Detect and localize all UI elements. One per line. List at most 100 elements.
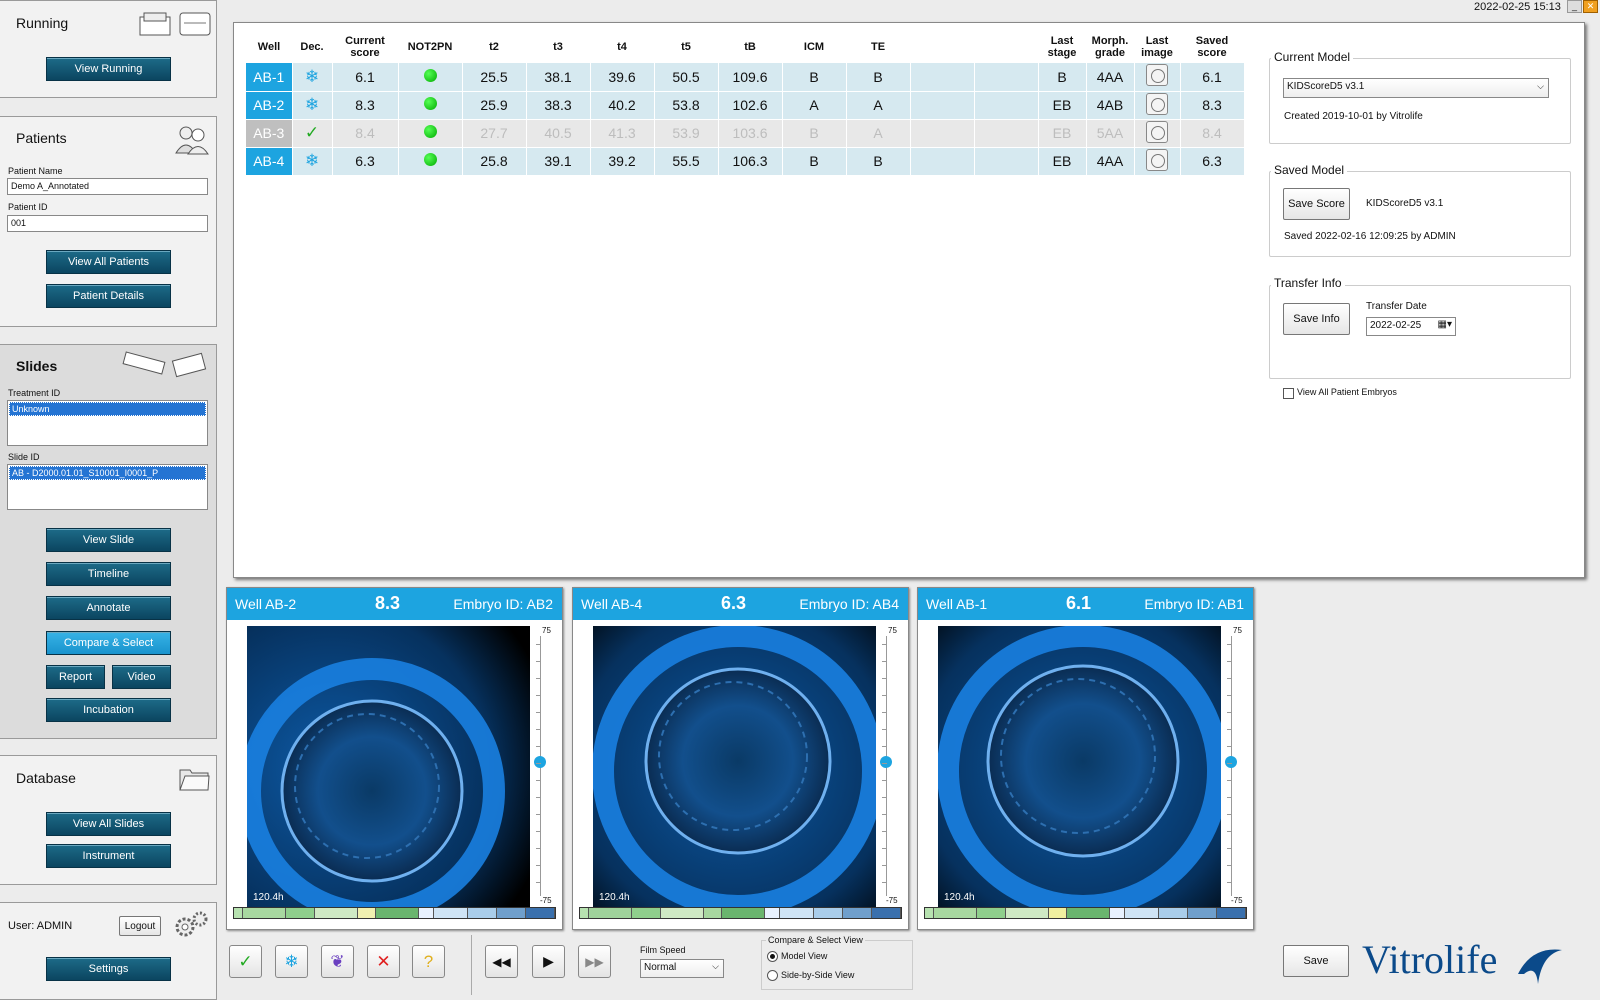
embryo-image-icon[interactable] xyxy=(1146,120,1168,143)
decision-cell[interactable]: ❄ xyxy=(292,63,333,92)
save-button[interactable]: Save xyxy=(1283,945,1349,977)
last-image-cell[interactable] xyxy=(1134,119,1181,148)
icm-cell[interactable]: B xyxy=(782,63,847,92)
empty-cell[interactable] xyxy=(974,119,1039,148)
slide-id-selected[interactable]: AB - D2000.01.01_S10001_I0001_P xyxy=(9,466,206,480)
table-row[interactable]: AB-4 ❄ 6.3 25.8 39.1 39.2 55.5 106.3 B B EB 4AA 6.3 xyxy=(246,147,1245,176)
treatment-id-list[interactable]: Unknown xyxy=(7,400,208,446)
te-cell[interactable]: B xyxy=(846,63,911,92)
icm-cell[interactable]: B xyxy=(782,119,847,148)
te-cell[interactable]: B xyxy=(846,147,911,176)
transfer-button[interactable]: ❦ xyxy=(321,945,354,978)
minimize-button[interactable]: _ xyxy=(1567,0,1582,13)
timeline-bar[interactable] xyxy=(924,907,1247,919)
tb-cell[interactable]: 106.3 xyxy=(718,147,783,176)
well-cell[interactable]: AB-1 xyxy=(246,63,293,92)
view-all-slides-button[interactable]: View All Slides xyxy=(46,812,171,836)
timeline-bar[interactable] xyxy=(233,907,556,919)
embryo-card[interactable]: Well AB-1 6.1 Embryo ID: AB1 120.4h 75 -… xyxy=(917,587,1254,930)
t3-cell[interactable]: 38.1 xyxy=(526,63,591,92)
calendar-icon[interactable]: ▦▾ xyxy=(1438,319,1452,330)
saved-score-cell[interactable]: 8.3 xyxy=(1180,91,1245,120)
unknown-button[interactable]: ? xyxy=(412,945,445,978)
t5-cell[interactable]: 50.5 xyxy=(654,63,719,92)
scale-thumb[interactable] xyxy=(534,756,546,768)
not2pn-cell[interactable] xyxy=(398,147,463,176)
tb-cell[interactable]: 103.6 xyxy=(718,119,783,148)
gear-icon[interactable] xyxy=(172,909,210,939)
t4-cell[interactable]: 39.6 xyxy=(590,63,655,92)
current-score-cell[interactable]: 8.3 xyxy=(332,91,399,120)
table-row[interactable]: AB-3 ✓ 8.4 27.7 40.5 41.3 53.9 103.6 B A EB 5AA 8.4 xyxy=(246,119,1245,148)
last-image-cell[interactable] xyxy=(1134,63,1181,92)
incubation-button[interactable]: Incubation xyxy=(46,698,171,722)
decision-cell[interactable]: ✓ xyxy=(292,119,333,148)
embryo-image[interactable]: 120.4h xyxy=(247,626,530,908)
view-running-button[interactable]: View Running xyxy=(46,57,171,81)
tb-cell[interactable]: 109.6 xyxy=(718,63,783,92)
side-view-radio[interactable] xyxy=(767,970,778,981)
icm-cell[interactable]: A xyxy=(782,91,847,120)
saved-score-cell[interactable]: 6.1 xyxy=(1180,63,1245,92)
embryo-card[interactable]: Well AB-2 8.3 Embryo ID: AB2 120.4h 75 -… xyxy=(226,587,563,930)
saved-score-cell[interactable]: 8.4 xyxy=(1180,119,1245,148)
embryo-card[interactable]: Well AB-4 6.3 Embryo ID: AB4 120.4h 75 -… xyxy=(572,587,909,930)
table-row[interactable]: AB-2 ❄ 8.3 25.9 38.3 40.2 53.8 102.6 A A EB 4AB 8.3 xyxy=(246,91,1245,120)
empty-cell[interactable] xyxy=(910,119,975,148)
score-scale[interactable]: 75 -75 xyxy=(532,626,558,908)
last-image-cell[interactable] xyxy=(1134,147,1181,176)
empty-cell[interactable] xyxy=(974,63,1039,92)
saved-score-cell[interactable]: 6.3 xyxy=(1180,147,1245,176)
t2-cell[interactable]: 25.8 xyxy=(462,147,527,176)
close-button[interactable]: ✕ xyxy=(1583,0,1598,13)
discard-button[interactable]: ✕ xyxy=(367,945,400,978)
t5-cell[interactable]: 55.5 xyxy=(654,147,719,176)
not2pn-cell[interactable] xyxy=(398,91,463,120)
freeze-button[interactable]: ❄ xyxy=(275,945,308,978)
save-score-button[interactable]: Save Score xyxy=(1283,188,1350,220)
instrument-button[interactable]: Instrument xyxy=(46,844,171,868)
view-slide-button[interactable]: View Slide xyxy=(46,528,171,552)
t5-cell[interactable]: 53.9 xyxy=(654,119,719,148)
last-stage-cell[interactable]: B xyxy=(1038,63,1087,92)
settings-button[interactable]: Settings xyxy=(46,957,171,981)
patient-name-field[interactable]: Demo A_Annotated xyxy=(7,178,208,195)
t3-cell[interactable]: 40.5 xyxy=(526,119,591,148)
t3-cell[interactable]: 38.3 xyxy=(526,91,591,120)
current-score-cell[interactable]: 6.1 xyxy=(332,63,399,92)
te-cell[interactable]: A xyxy=(846,91,911,120)
timeline-bar[interactable] xyxy=(579,907,902,919)
treatment-id-selected[interactable]: Unknown xyxy=(9,402,206,416)
patient-id-field[interactable]: 001 xyxy=(7,215,208,232)
t4-cell[interactable]: 40.2 xyxy=(590,91,655,120)
last-stage-cell[interactable]: EB xyxy=(1038,119,1087,148)
view-all-embryos-checkbox[interactable] xyxy=(1283,388,1294,399)
well-cell[interactable]: AB-3 xyxy=(246,119,293,148)
scale-thumb[interactable] xyxy=(880,756,892,768)
t2-cell[interactable]: 27.7 xyxy=(462,119,527,148)
not2pn-cell[interactable] xyxy=(398,119,463,148)
model-select[interactable]: KIDScoreD5 v3.1 ⌵ xyxy=(1283,78,1549,98)
current-score-cell[interactable]: 6.3 xyxy=(332,147,399,176)
play-button[interactable]: ▶ xyxy=(532,945,565,978)
not2pn-cell[interactable] xyxy=(398,63,463,92)
embryo-image-icon[interactable] xyxy=(1146,64,1168,87)
well-cell[interactable]: AB-2 xyxy=(246,91,293,120)
embryo-image[interactable]: 120.4h xyxy=(938,626,1221,908)
video-button[interactable]: Video xyxy=(112,665,171,689)
te-cell[interactable]: A xyxy=(846,119,911,148)
tb-cell[interactable]: 102.6 xyxy=(718,91,783,120)
t2-cell[interactable]: 25.5 xyxy=(462,63,527,92)
icm-cell[interactable]: B xyxy=(782,147,847,176)
t2-cell[interactable]: 25.9 xyxy=(462,91,527,120)
morph-grade-cell[interactable]: 4AB xyxy=(1086,91,1135,120)
empty-cell[interactable] xyxy=(974,147,1039,176)
slide-id-list[interactable]: AB - D2000.01.01_S10001_I0001_P xyxy=(7,464,208,510)
t4-cell[interactable]: 41.3 xyxy=(590,119,655,148)
score-scale[interactable]: 75 -75 xyxy=(1223,626,1249,908)
empty-cell[interactable] xyxy=(910,63,975,92)
morph-grade-cell[interactable]: 4AA xyxy=(1086,63,1135,92)
empty-cell[interactable] xyxy=(910,147,975,176)
morph-grade-cell[interactable]: 4AA xyxy=(1086,147,1135,176)
well-cell[interactable]: AB-4 xyxy=(246,147,293,176)
